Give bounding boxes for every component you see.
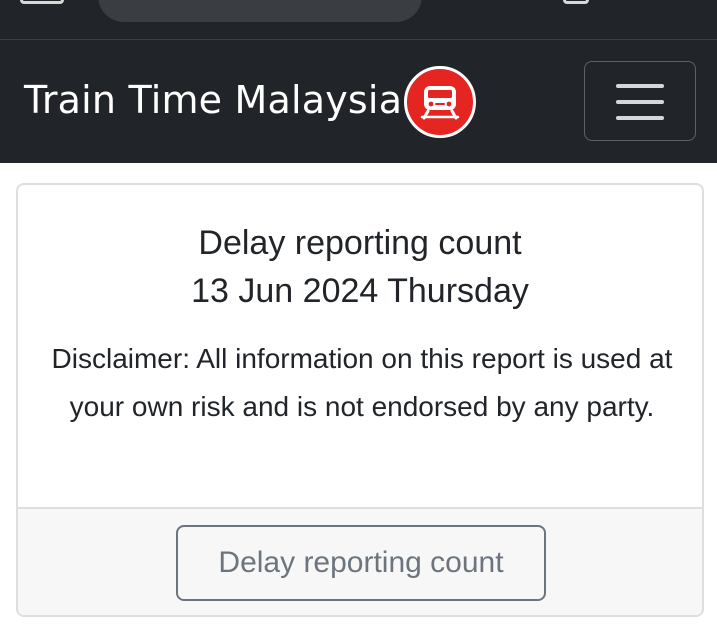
- disclaimer-text: Disclaimer: All information on this repo…: [51, 343, 673, 422]
- browser-menu-icon[interactable]: [563, 0, 589, 4]
- navbar-brand[interactable]: Train Time Malaysia: [24, 76, 402, 124]
- navbar-toggler-button[interactable]: [584, 61, 696, 141]
- hamburger-bar: [616, 116, 664, 120]
- delay-report-card: Delay reporting count 13 Jun 2024 Thursd…: [16, 183, 704, 617]
- train-logo-icon[interactable]: [404, 66, 476, 138]
- card-body: Delay reporting count 13 Jun 2024 Thursd…: [18, 185, 702, 507]
- card-date: 13 Jun 2024 Thursday: [191, 272, 529, 310]
- hamburger-menu-icon: [616, 84, 664, 88]
- card-footer: Delay reporting count: [18, 507, 702, 615]
- hamburger-bar: [616, 100, 664, 104]
- browser-tabs-icon[interactable]: [20, 0, 64, 4]
- browser-address-bar[interactable]: [98, 0, 422, 22]
- card-title: Delay reporting count: [198, 224, 522, 262]
- browser-top-bar: [0, 0, 717, 40]
- delay-reporting-count-button[interactable]: Delay reporting count: [176, 525, 546, 601]
- train-icon: [420, 86, 460, 120]
